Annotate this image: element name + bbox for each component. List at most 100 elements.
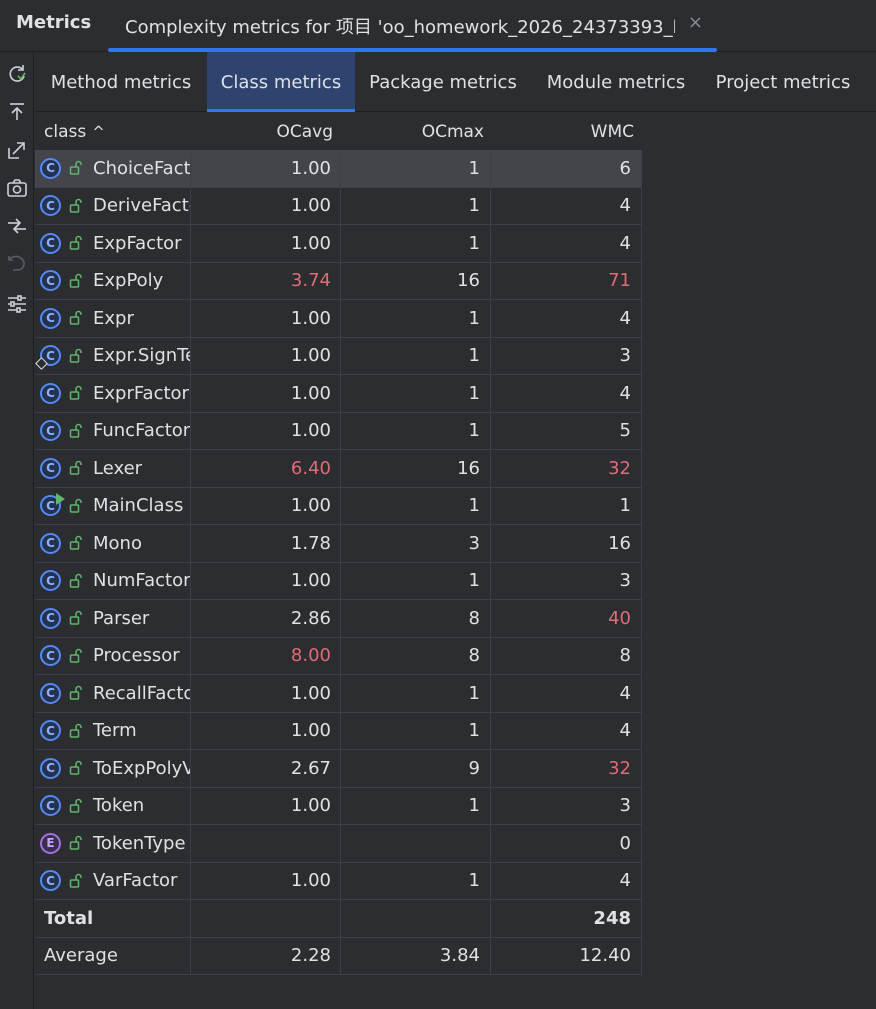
ocavg-cell: 1.00 [191,375,341,412]
public-access-icon [69,423,82,438]
table-row[interactable]: C Term 1.00 1 4 [35,712,642,750]
wmc-cell: 4 [491,300,642,337]
class-icon: C [40,607,61,629]
table-row[interactable]: C FuncFactor 1.00 1 5 [35,412,642,450]
class-icon: C [40,382,61,404]
class-name-cell: C MainClass [35,487,191,524]
ocmax-cell: 16 [341,262,491,299]
compare-icon[interactable] [5,214,29,238]
class-icon: C [40,195,61,217]
column-header-ocavg[interactable]: OCavg [191,113,333,150]
table-row[interactable]: C ToExpPolyVisitor2.67932 [35,750,642,788]
ocavg-cell: 1.00 [191,337,341,374]
table-row[interactable]: C Mono 1.78 3 16 [35,525,642,563]
refresh-icon[interactable] [5,62,29,86]
class-name: TokenType [93,832,186,854]
ocavg-cell: 1.00 [191,487,341,524]
close-icon[interactable]: × [688,12,703,33]
tab-module-metrics[interactable]: Module metrics [531,52,701,112]
table-row[interactable]: C ExpPoly 3.74 16 71 [35,262,642,300]
ocmax-cell: 1 [341,712,491,749]
wmc-cell: 1 [491,487,642,524]
class-name-cell: C VarFactor [35,862,191,899]
camera-icon[interactable] [5,176,29,200]
public-access-icon [69,161,82,175]
wmc-cell: 0 [491,825,642,862]
settings-sliders-icon[interactable] [5,292,29,316]
ocmax-cell: 1 [341,375,491,412]
ocavg-cell: 2.67 [191,750,341,787]
table-row[interactable]: C ChoiceFactor1.0016 [35,150,642,188]
tab-package-metrics[interactable]: Package metrics [355,52,531,112]
table-row[interactable]: C Token 1.00 1 3 [35,787,642,825]
public-access-icon [69,386,82,400]
wmc-cell: 3 [491,337,642,374]
public-access-icon [69,723,82,738]
table-row[interactable]: E TokenType 0 [35,825,642,863]
total-row[interactable]: Total 248 [35,900,642,938]
table-row[interactable]: C ExprFactor 1.00 1 4 [35,375,642,413]
ocavg-cell: 1.00 [191,675,341,712]
ocmax-cell: 3 [341,525,491,562]
table-row[interactable]: C Processor 8.00 8 8 [35,637,642,675]
class-name: Lexer [93,457,143,479]
runnable-class-icon: C [40,493,65,517]
ocavg-cell: 1.00 [191,412,341,449]
class-name-cell: C Parser [35,600,191,637]
tab-class-metrics[interactable]: Class metrics [207,52,355,112]
export-icon[interactable] [5,100,29,124]
tab-method-metrics[interactable]: Method metrics [35,52,207,112]
table-row[interactable]: C Expr 1.00 1 4 [35,300,642,338]
table-row[interactable]: C DeriveFactor1.0014 [35,187,642,225]
enum-icon: E [40,832,61,854]
public-access-icon [69,573,82,588]
column-header-class[interactable]: class ^ [44,113,105,150]
ocavg-cell: 3.74 [191,262,341,299]
wmc-cell: 4 [491,675,642,712]
public-access-icon [69,236,82,250]
ocmax-cell: 8 [341,637,491,674]
average-row[interactable]: Average 2.28 3.84 12.40 [35,937,642,975]
class-name-cell: C FuncFactor [35,412,191,449]
table-row[interactable]: C VarFactor 1.00 1 4 [35,862,642,900]
wmc-cell: 4 [491,225,642,262]
ocmax-cell [341,825,491,862]
class-name-cell: C Expr [35,300,191,337]
ocmax-cell: 1 [341,225,491,262]
class-name: Processor [93,645,180,667]
window-tab-title: Complexity metrics for 项目 'oo_homework_2… [125,17,675,38]
table-row[interactable]: C ExpFactor 1.00 1 4 [35,225,642,263]
table-row[interactable]: C Lexer 6.40 16 32 [35,450,642,488]
wmc-cell: 32 [491,750,642,787]
ocmax-cell: 1 [341,787,491,824]
class-name-cell: C Token [35,787,191,824]
open-external-icon[interactable] [5,138,29,162]
ocavg-cell [191,825,341,862]
table-row[interactable]: C RecallFactor 1.00 1 4 [35,675,642,713]
public-access-icon [69,273,82,288]
table-row[interactable]: C Expr.SignTerm1.0013 [35,337,642,375]
table-row[interactable]: C MainClass 1.00 1 1 [35,487,642,525]
class-name: Mono [93,532,142,554]
ocmax-cell: 9 [341,750,491,787]
class-icon: C [40,720,61,742]
window-tab-complexity-metrics[interactable]: Complexity metrics for 项目 'oo_homework_2… [108,0,717,52]
table-row[interactable]: C NumFactor 1.00 1 3 [35,562,642,600]
public-access-icon [69,836,82,850]
tab-project-metrics[interactable]: Project metrics [701,52,865,112]
class-name: Expr [93,307,134,329]
ocmax-cell: 1 [341,337,491,374]
column-header-wmc[interactable]: WMC [491,113,634,150]
app-title: Metrics [16,12,92,33]
public-access-icon [69,461,82,475]
class-name: ExpPoly [93,270,164,292]
column-header-ocmax[interactable]: OCmax [341,113,484,150]
tool-strip [0,52,34,1009]
ocmax-cell: 1 [341,487,491,524]
class-name-cell: C ExpFactor [35,225,191,262]
class-icon: C [40,645,61,667]
class-name: ChoiceFactor [93,157,191,179]
table-row[interactable]: C Parser 2.86 8 40 [35,600,642,638]
ocmax-cell: 16 [341,450,491,487]
wmc-cell: 5 [491,412,642,449]
